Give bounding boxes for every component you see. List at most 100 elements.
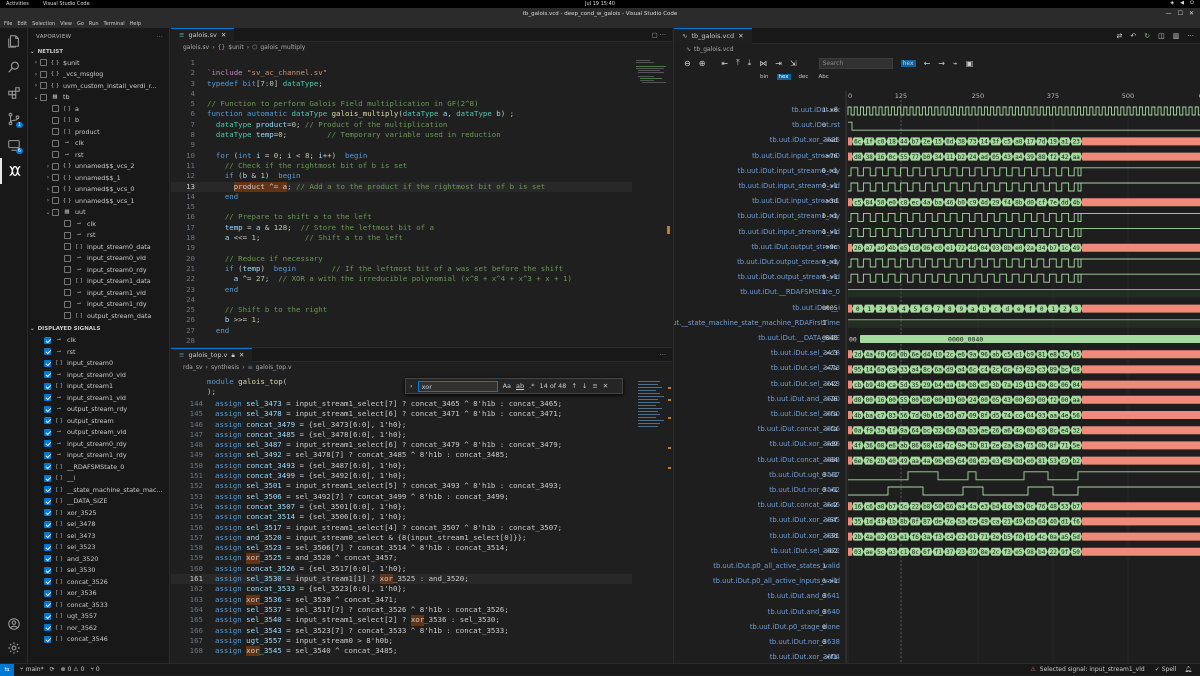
run-icon[interactable]: ↻: [1144, 32, 1150, 40]
editor-actions-icon[interactable]: ···: [660, 351, 666, 359]
code-line[interactable]: 160 assign concat_3526 = {sel_3517[6:0], …: [171, 564, 632, 574]
toggle-waveform[interactable]: [848, 228, 1200, 238]
extensions-icon[interactable]: [0, 80, 28, 106]
code-line[interactable]: 15: [171, 202, 632, 212]
netlist-item[interactable]: › { } uvm_custom_install_verdi_r...: [28, 80, 169, 92]
netlist-item[interactable]: ⊸ input_stream1_vld: [28, 287, 169, 299]
vaporview-icon[interactable]: [0, 158, 28, 184]
displayed-signal-item[interactable]: [ ] input_stream1: [28, 381, 169, 393]
code-line[interactable]: 147 assign concat_3485 = {sel_3478[6:0], …: [171, 430, 632, 440]
toggle-replace-icon[interactable]: ›: [410, 382, 413, 390]
toggle-waveform[interactable]: [848, 182, 1200, 192]
displayed-checkbox[interactable]: [44, 382, 51, 390]
settings-gear-icon[interactable]: [0, 635, 28, 661]
netlist-checkbox[interactable]: [52, 185, 59, 193]
spell-check-icon[interactable]: ✓: [1155, 666, 1160, 673]
code-line[interactable]: 21 if (temp) begin // If the leftmost bi…: [171, 264, 632, 274]
displayed-checkbox[interactable]: [44, 440, 51, 448]
const-bus-segment[interactable]: [860, 335, 1200, 343]
displayed-checkbox[interactable]: [44, 509, 51, 517]
netlist-item[interactable]: ⊸ input_stream1_rdy: [28, 299, 169, 311]
netlist-item[interactable]: › { } $unit: [28, 57, 169, 69]
netlist-checkbox[interactable]: [52, 151, 59, 159]
menu-help[interactable]: Help: [130, 21, 141, 27]
goto-next-icon[interactable]: ⇥: [775, 59, 782, 68]
menu-terminal[interactable]: Terminal: [104, 21, 125, 27]
displayed-checkbox[interactable]: [44, 543, 51, 551]
displayed-checkbox[interactable]: [44, 624, 51, 632]
netlist-item[interactable]: [ ] input_stream1_data: [28, 276, 169, 288]
maximize-icon[interactable]: ☐: [1178, 10, 1183, 17]
open-changes-icon[interactable]: ◫: [1158, 32, 1165, 40]
displayed-checkbox[interactable]: [44, 612, 51, 620]
displayed-signal-item[interactable]: [ ] xor_3525: [28, 507, 169, 519]
netlist-item[interactable]: ⊸ input_stream0_vld: [28, 253, 169, 265]
displayed-checkbox[interactable]: [44, 555, 51, 563]
code-line[interactable]: 8 dataType temp = 0; // Temporary variable…: [171, 130, 632, 140]
find-input[interactable]: xor: [417, 380, 498, 392]
code-line[interactable]: 26 b >>= 1;: [171, 315, 632, 325]
netlist-item[interactable]: ⌄ ▦ tb: [28, 92, 169, 104]
goto-end-icon[interactable]: ⇲: [790, 59, 797, 68]
netlist-item[interactable]: › { } unnamed$$_vcs_1: [28, 195, 169, 207]
code-line[interactable]: 14 end: [171, 192, 632, 202]
tab-tb-galois-vcd[interactable]: ∿ tb_galois.vcd ✕: [674, 28, 752, 44]
account-icon[interactable]: [0, 611, 28, 637]
displayed-signal-item[interactable]: ⊸ input_stream1_rdy: [28, 450, 169, 462]
displayed-signal-item[interactable]: ⊸ input_stream0_rdy: [28, 438, 169, 450]
menu-selection[interactable]: Selection: [32, 21, 55, 27]
displayed-checkbox[interactable]: [44, 348, 51, 356]
netlist-checkbox[interactable]: [52, 139, 59, 147]
code-line[interactable]: 165 assign sel_3540 = input_stream1_selec…: [171, 615, 632, 626]
any-edge-icon[interactable]: ⋈: [759, 59, 767, 68]
displayed-checkbox[interactable]: [44, 463, 51, 471]
chevron-right-icon[interactable]: ›: [32, 82, 40, 89]
netlist-checkbox[interactable]: [64, 266, 71, 274]
chevron-right-icon[interactable]: ›: [44, 174, 52, 181]
displayed-signal-item[interactable]: [ ] __i: [28, 473, 169, 485]
netlist-item[interactable]: › { } _vcs_msglog: [28, 69, 169, 81]
netlist-item[interactable]: [ ] a: [28, 103, 169, 115]
menu-edit[interactable]: Edit: [17, 21, 27, 27]
chevron-right-icon[interactable]: ›: [44, 163, 52, 170]
code-line[interactable]: 25 // Shift b to the right: [171, 305, 632, 315]
displayed-signal-item[interactable]: [ ] input_stream0: [28, 358, 169, 370]
chevron-right-icon[interactable]: ›: [32, 59, 40, 66]
displayed-checkbox[interactable]: [44, 566, 51, 574]
signal-name[interactable]: tb.uut.iDut.p0_all_active_inputs_valid: [713, 577, 840, 585]
code-line[interactable]: 156 assign sel_3517 = input_stream1_selec…: [171, 523, 632, 533]
menu-go[interactable]: Go: [77, 21, 84, 27]
format-abc-button[interactable]: Abc: [816, 74, 830, 80]
code-line[interactable]: 155 assign concat_3514 = {sel_3506[6:0], …: [171, 512, 632, 522]
code-line[interactable]: 22 a ^= 27; // XOR a with the irreducibl…: [171, 274, 632, 284]
displayed-signal-item[interactable]: [ ] sel_3478: [28, 519, 169, 531]
netlist-item[interactable]: ⊸ input_stream0_rdy: [28, 264, 169, 276]
code-line[interactable]: 20 // Reduce if necessary: [171, 254, 632, 264]
menu-file[interactable]: File: [4, 21, 12, 27]
format-dec-button[interactable]: dec: [797, 74, 811, 80]
notifications-icon[interactable]: 🔔︎: [1184, 666, 1192, 673]
search-icon[interactable]: [0, 54, 28, 80]
netlist-item[interactable]: [ ] product: [28, 126, 169, 138]
code-line[interactable]: 166 assign sel_3543 = sel_3523[7] ? conca…: [171, 626, 632, 636]
minimize-icon[interactable]: —: [1166, 10, 1172, 17]
displayed-signal-item[interactable]: [ ] __DATA_SIZE: [28, 496, 169, 508]
close-tab-icon[interactable]: ✕: [239, 351, 244, 359]
displayed-signal-item[interactable]: ⊸ clk: [28, 335, 169, 347]
chevron-right-icon[interactable]: ›: [44, 186, 52, 193]
arrow-down-icon[interactable]: ↓: [582, 382, 587, 390]
displayed-signal-item[interactable]: [ ] __state_machine_state_mac...: [28, 484, 169, 496]
displayed-checkbox[interactable]: [44, 635, 51, 643]
remote-explorer-icon[interactable]: 6: [0, 132, 28, 158]
displayed-signal-item[interactable]: ⊸ output_stream_rdy: [28, 404, 169, 416]
displayed-signal-item[interactable]: [ ] sel_3473: [28, 530, 169, 542]
tab-galois-sv[interactable]: ≡ galois.sv ✕: [171, 28, 235, 42]
displayed-signal-item[interactable]: ⊸ output_stream_vld: [28, 427, 169, 439]
explorer-icon[interactable]: [0, 28, 28, 54]
search-input[interactable]: Search: [818, 57, 893, 69]
displayed-checkbox[interactable]: [44, 520, 51, 528]
netlist-checkbox[interactable]: [52, 197, 59, 205]
compare-icon[interactable]: ⇄: [1116, 32, 1122, 40]
code-line[interactable]: 164 assign sel_3537 = sel_3517[7] ? conca…: [171, 605, 632, 615]
code-line[interactable]: 157 assign and_3520 = input_stream0_selec…: [171, 533, 632, 543]
